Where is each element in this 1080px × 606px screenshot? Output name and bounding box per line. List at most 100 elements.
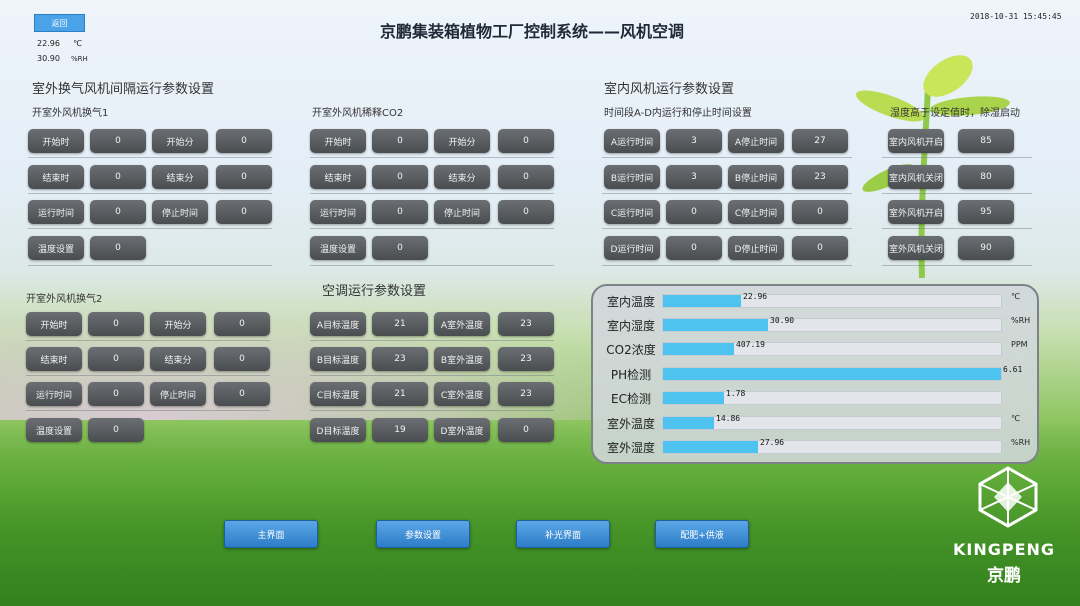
monitor-value: 30.90	[770, 316, 795, 325]
ac-d-target-input[interactable]: 19	[372, 418, 428, 442]
in-b-run-label: B运行时间	[604, 165, 660, 189]
g3-end-hour-input[interactable]: 0	[372, 165, 428, 189]
g3-start-hour-input[interactable]: 0	[372, 129, 428, 153]
ac-a-out-label: A室外温度	[434, 312, 490, 336]
g2-end-min-input[interactable]: 0	[214, 347, 270, 371]
out-fan-on-input[interactable]: 95	[958, 200, 1014, 224]
monitor-bar-fill	[663, 295, 741, 307]
monitor-label: PH检测	[610, 368, 652, 382]
ac-b-target-input[interactable]: 23	[372, 347, 428, 371]
back-button[interactable]: 返回	[34, 14, 85, 32]
separator	[602, 193, 852, 194]
separator	[310, 228, 554, 229]
monitor-unit: PPM	[1011, 340, 1028, 349]
monitor-row-outdoor-temp: 室外温度 14.86 ℃	[593, 412, 1041, 434]
light-button[interactable]: 补光界面	[516, 520, 610, 548]
g1-stop-time-input[interactable]: 0	[216, 200, 272, 224]
g3-end-min-input[interactable]: 0	[498, 165, 554, 189]
g2-stop-time-input[interactable]: 0	[214, 382, 270, 406]
in-a-stop-input[interactable]: 27	[792, 129, 848, 153]
g1-start-hour-label: 开始时	[28, 129, 84, 153]
in-fan-on-label: 室内风机开启	[888, 129, 944, 153]
g2-run-time-label: 运行时间	[26, 382, 82, 406]
g1-run-time-input[interactable]: 0	[90, 200, 146, 224]
out-fan-off-input[interactable]: 90	[958, 236, 1014, 260]
separator	[882, 265, 1032, 266]
separator	[882, 228, 1032, 229]
header-hum-unit: %RH	[71, 55, 88, 63]
in-fan-on-input[interactable]: 85	[958, 129, 1014, 153]
g3-end-hour-label: 结束时	[310, 165, 366, 189]
g3-stop-time-input[interactable]: 0	[498, 200, 554, 224]
ac-d-out-label: D室外温度	[434, 418, 490, 442]
separator	[310, 157, 554, 158]
monitor-bar-track	[662, 440, 1002, 454]
page-title: 京鹏集装箱植物工厂控制系统——风机空调	[380, 22, 685, 41]
separator	[310, 265, 554, 266]
g1-end-min-input[interactable]: 0	[216, 165, 272, 189]
in-fan-off-label: 室内风机关闭	[888, 165, 944, 189]
group3-title: 开室外风机稀释CO2	[312, 108, 404, 119]
dehum-title: 湿度高于设定值时，除湿启动	[890, 108, 1020, 119]
separator	[310, 193, 554, 194]
g1-start-min-input[interactable]: 0	[216, 129, 272, 153]
in-d-stop-label: D停止时间	[728, 236, 784, 260]
g3-run-time-input[interactable]: 0	[372, 200, 428, 224]
g2-start-hour-label: 开始时	[26, 312, 82, 336]
g1-end-hour-label: 结束时	[28, 165, 84, 189]
g2-end-hour-input[interactable]: 0	[88, 347, 144, 371]
monitor-bar-fill	[663, 392, 724, 404]
g1-start-hour-input[interactable]: 0	[90, 129, 146, 153]
monitor-row-outdoor-hum: 室外湿度 27.96 %RH	[593, 436, 1041, 458]
in-a-run-label: A运行时间	[604, 129, 660, 153]
g1-end-min-label: 结束分	[152, 165, 208, 189]
separator	[28, 157, 272, 158]
in-d-run-input[interactable]: 0	[666, 236, 722, 260]
header-hum-value: 30.90	[37, 54, 60, 63]
monitor-value: 1.78	[726, 389, 746, 398]
monitor-row-ph: PH检测 6.61	[593, 363, 1041, 385]
ac-c-target-input[interactable]: 21	[372, 382, 428, 406]
g2-run-time-input[interactable]: 0	[88, 382, 144, 406]
home-button[interactable]: 主界面	[224, 520, 318, 548]
ac-c-out-label: C室外温度	[434, 382, 490, 406]
in-b-stop-input[interactable]: 23	[792, 165, 848, 189]
in-b-run-input[interactable]: 3	[666, 165, 722, 189]
monitor-bar-track	[662, 294, 1002, 308]
in-b-stop-label: B停止时间	[728, 165, 784, 189]
monitor-label: 室内湿度	[606, 319, 655, 333]
separator	[602, 157, 852, 158]
g2-temp-set-input[interactable]: 0	[88, 418, 144, 442]
monitor-label: 室外温度	[606, 417, 655, 431]
monitor-value: 14.86	[716, 414, 741, 423]
indoor-section-title: 室内风机运行参数设置	[604, 82, 735, 97]
g3-temp-set-input[interactable]: 0	[372, 236, 428, 260]
in-a-run-input[interactable]: 3	[666, 129, 722, 153]
g2-start-hour-input[interactable]: 0	[88, 312, 144, 336]
g1-temp-set-label: 温度设置	[28, 236, 84, 260]
datetime-display: 2018-10-31 15:45:45	[970, 12, 1062, 21]
dosing-button[interactable]: 配肥+供液	[655, 520, 749, 548]
ac-a-target-input[interactable]: 21	[372, 312, 428, 336]
in-d-stop-input[interactable]: 0	[792, 236, 848, 260]
g1-end-hour-input[interactable]: 0	[90, 165, 146, 189]
separator	[882, 157, 1032, 158]
in-c-run-input[interactable]: 0	[666, 200, 722, 224]
g3-start-min-input[interactable]: 0	[498, 129, 554, 153]
monitor-bar-track	[662, 391, 1002, 405]
separator	[28, 228, 272, 229]
ac-c-target-label: C目标温度	[310, 382, 366, 406]
monitor-bar-track	[662, 342, 1002, 356]
header-temp-value: 22.96	[37, 39, 60, 48]
monitor-bar-track	[662, 318, 1002, 332]
g1-start-min-label: 开始分	[152, 129, 208, 153]
in-fan-off-input[interactable]: 80	[958, 165, 1014, 189]
separator	[310, 375, 554, 376]
monitor-bar-track	[662, 367, 1002, 381]
g2-start-min-input[interactable]: 0	[214, 312, 270, 336]
params-button-label: 参数设置	[404, 530, 441, 541]
g1-temp-set-input[interactable]: 0	[90, 236, 146, 260]
brand-name-cn: 京鹏	[987, 566, 1021, 586]
params-button[interactable]: 参数设置	[376, 520, 470, 548]
in-c-stop-input[interactable]: 0	[792, 200, 848, 224]
